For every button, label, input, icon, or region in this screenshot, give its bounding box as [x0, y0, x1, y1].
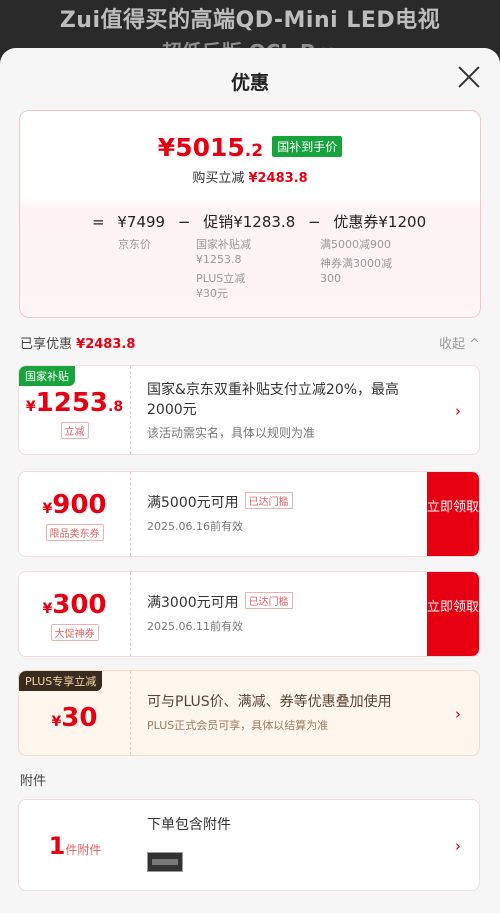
- final-price: ¥5015.2: [158, 133, 263, 162]
- calc-col-promo: 国家补贴减 ¥1253.8 PLUS立减 ¥30元: [196, 237, 251, 301]
- attachment-count-number: 1: [48, 832, 66, 860]
- threshold-badge: 已达门槛: [244, 492, 293, 509]
- coupon-card-300[interactable]: ¥300 大促神券 满3000元可用 已达门槛 2025.06.11前有效 立即领…: [18, 571, 480, 657]
- attachment-count-block: 1件附件: [19, 800, 131, 890]
- subsidy-note: 该活动需实名，具体以规则为准: [147, 426, 316, 440]
- calc-coupon: 优惠券¥1200: [333, 213, 427, 231]
- plus-amount: ¥30: [19, 703, 130, 733]
- col-promo-line-2: ¥1253.8: [196, 253, 242, 266]
- col-coupon-line-2: 神券满3000减: [320, 257, 392, 270]
- attachment-card[interactable]: 1件附件 下单包含附件 ›: [18, 799, 480, 891]
- col-promo-line-4: ¥30元: [196, 287, 228, 300]
- sheet-title: 优惠: [230, 72, 269, 94]
- attachment-count-unit: 件附件: [65, 843, 102, 857]
- collapse-button[interactable]: 收起 ^: [439, 333, 480, 352]
- coupon-900-expiry: 2025.06.16前有效: [147, 520, 243, 533]
- attachment-desc: 下单包含附件: [147, 817, 231, 833]
- col-promo-line-3: PLUS立减: [196, 272, 246, 285]
- claim-button[interactable]: 立即领取: [427, 472, 479, 556]
- coupon-300-condition: 满3000元可用 已达门槛: [147, 592, 419, 612]
- calc-minus-2: −: [308, 213, 321, 231]
- coupon-300-type: 大促神券: [50, 624, 99, 641]
- attachment-section-label: 附件: [20, 774, 47, 789]
- applied-value: ¥2483.8: [76, 337, 136, 352]
- attachment-count: 1件附件: [19, 832, 131, 860]
- subsidy-sub-label: 立减: [60, 422, 89, 439]
- col-coupon-line-1: 满5000减900: [320, 238, 391, 251]
- currency-symbol: ¥: [42, 601, 53, 617]
- currency-symbol: ¥: [51, 714, 62, 730]
- subsidy-body: 国家&京东双重补贴支付立减20%，最高2000元 该活动需实名，具体以规则为准: [147, 380, 419, 441]
- attachment-body: 下单包含附件: [147, 814, 419, 834]
- coupon-300-body: 满3000元可用 已达门槛 2025.06.11前有效: [147, 592, 419, 634]
- currency-symbol: ¥: [42, 501, 53, 517]
- amount-main: 900: [52, 490, 107, 520]
- applied-label: 已享优惠: [20, 337, 73, 352]
- close-icon[interactable]: [456, 64, 482, 90]
- final-price-row: ¥5015.2 国补到手价: [20, 133, 480, 162]
- attachment-thumbnail: [147, 852, 183, 872]
- coupon-900-condition-text: 满5000元可用: [147, 495, 239, 511]
- discount-sheet: 优惠 ¥5015.2 国补到手价 购买立减 ¥2483.8 = ¥7499 − …: [0, 48, 500, 913]
- col-jd-label: 京东价: [118, 238, 151, 251]
- calc-equals: =: [92, 213, 105, 231]
- coupon-300-amount: ¥300: [19, 590, 130, 620]
- calc-col-coupon: 满5000减900 神券满3000减 300: [320, 237, 392, 286]
- coupon-300-expiry: 2025.06.11前有效: [147, 620, 243, 633]
- claim-button[interactable]: 立即领取: [427, 572, 479, 656]
- calc-col-jd: 京东价: [118, 237, 151, 252]
- applied-discount: 已享优惠 ¥2483.8: [20, 333, 135, 352]
- amount-main: 30: [61, 703, 98, 733]
- buy-save-row: 购买立减 ¥2483.8: [20, 167, 480, 186]
- calc-jd-price: ¥7499: [117, 213, 166, 231]
- coupon-900-amount: ¥900: [19, 490, 130, 520]
- subsidy-card[interactable]: 国家补贴 ¥1253.8 立减 国家&京东双重补贴支付立减20%，最高2000元…: [18, 365, 480, 455]
- chevron-right-icon[interactable]: ›: [455, 705, 461, 723]
- amount-decimal: .8: [108, 399, 124, 415]
- amount-main: 300: [52, 590, 107, 620]
- background-product-title: Zui值得买的高端QD-Mini LED电视: [59, 8, 441, 33]
- subsidy-amount-block: ¥1253.8 立减: [19, 366, 131, 454]
- subsidy-amount: ¥1253.8: [19, 388, 130, 418]
- threshold-badge: 已达门槛: [244, 592, 293, 609]
- col-promo-line-1: 国家补贴减: [196, 238, 251, 251]
- amount-main: 1253: [35, 388, 109, 418]
- price-summary: ¥5015.2 国补到手价 购买立减 ¥2483.8 = ¥7499 − 促销¥…: [19, 110, 481, 318]
- plus-note: PLUS正式会员可享，具体以结算为准: [147, 719, 329, 732]
- plus-amount-block: ¥30: [19, 671, 131, 755]
- plus-body: 可与PLUS价、满减、券等优惠叠加使用 PLUS正式会员可享，具体以结算为准: [147, 691, 419, 733]
- col-coupon-line-3: 300: [320, 272, 341, 285]
- plus-card[interactable]: PLUS专享立减 ¥30 可与PLUS价、满减、券等优惠叠加使用 PLUS正式会…: [18, 670, 480, 756]
- price-calculation: = ¥7499 − 促销¥1283.8 − 优惠券¥1200: [92, 211, 434, 232]
- coupon-900-body: 满5000元可用 已达门槛 2025.06.16前有效: [147, 492, 419, 534]
- buy-save-label: 购买立减: [192, 171, 245, 186]
- coupon-card-900[interactable]: ¥900 限品类东券 满5000元可用 已达门槛 2025.06.16前有效 立即…: [18, 471, 480, 557]
- calc-minus-1: −: [177, 213, 191, 231]
- buy-save-value: ¥2483.8: [248, 171, 308, 186]
- coupon-300-condition-text: 满3000元可用: [147, 595, 239, 611]
- price-decimal: .2: [244, 141, 264, 161]
- calc-promo: 促销¥1283.8: [203, 213, 296, 231]
- currency-symbol: ¥: [157, 133, 176, 162]
- coupon-300-amount-block: ¥300 大促神券: [19, 572, 131, 656]
- chevron-right-icon[interactable]: ›: [455, 837, 461, 855]
- price-main: 5015: [175, 133, 245, 162]
- coupon-900-condition: 满5000元可用 已达门槛: [147, 492, 419, 512]
- subsidy-desc: 国家&京东双重补贴支付立减20%，最高2000元: [147, 382, 400, 418]
- chevron-right-icon[interactable]: ›: [455, 402, 461, 420]
- price-tag-badge: 国补到手价: [272, 136, 343, 157]
- currency-symbol: ¥: [25, 399, 36, 415]
- plus-desc: 可与PLUS价、满减、券等优惠叠加使用: [147, 694, 392, 710]
- coupon-900-amount-block: ¥900 限品类东券: [19, 472, 131, 556]
- coupon-900-type: 限品类东券: [45, 524, 104, 541]
